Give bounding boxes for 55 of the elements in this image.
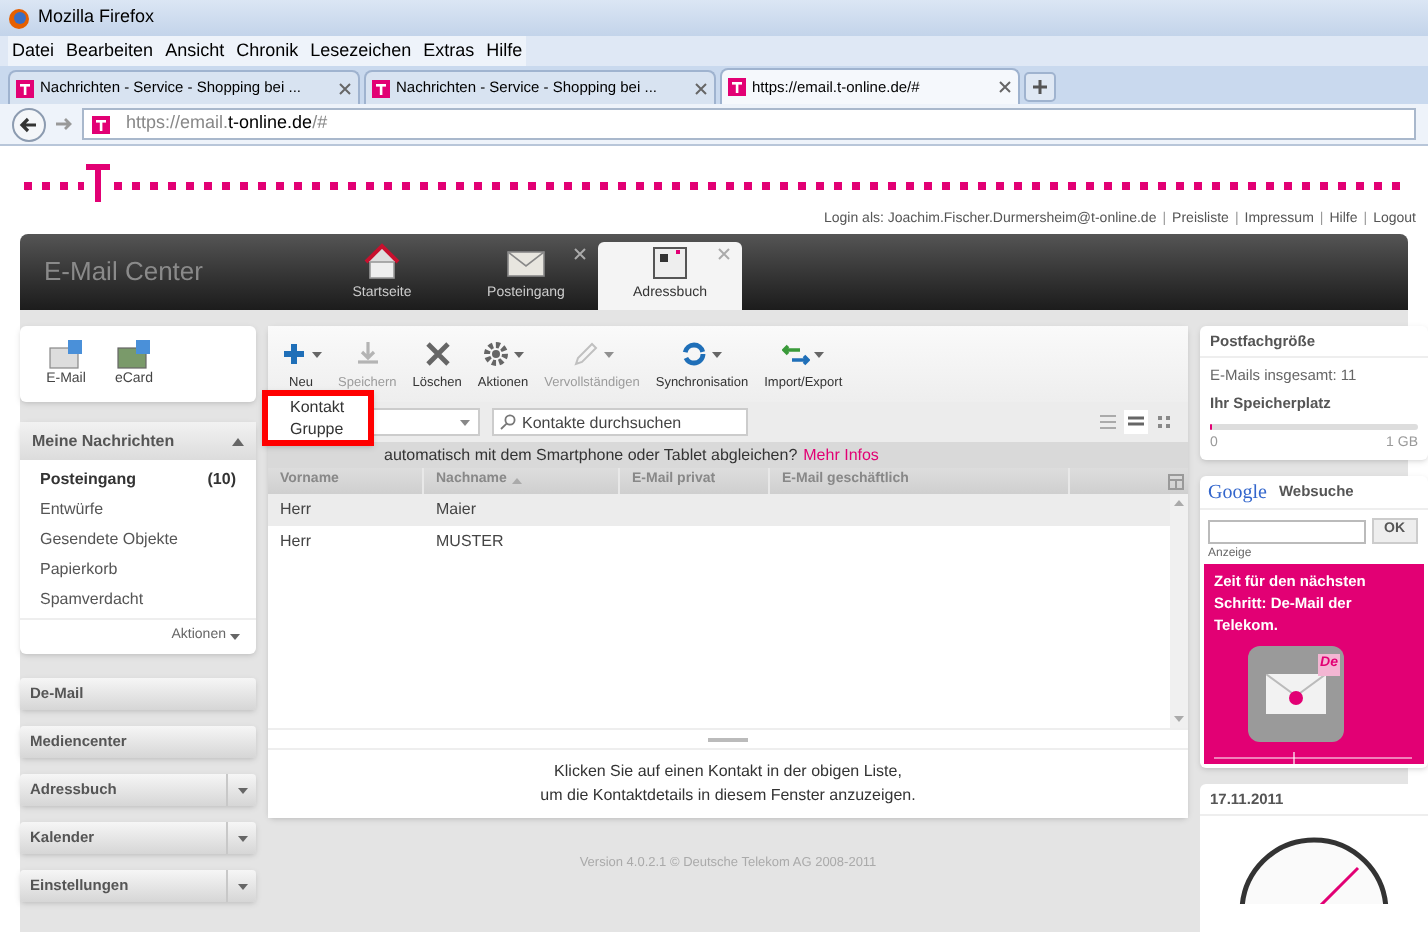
house-icon <box>362 241 402 279</box>
menu-item[interactable]: Extras <box>423 37 475 65</box>
telekom-icon <box>372 79 390 97</box>
search-icon <box>500 414 516 430</box>
details-hint: Klicken Sie auf einen Kontakt in der obigen Liste, um die Kontaktdetails in diesem Fenster anzuzeigen. <box>268 750 1188 818</box>
forward-icon[interactable] <box>54 114 74 134</box>
menu-item[interactable]: Ansicht <box>165 37 225 65</box>
search-field[interactable]: Kontakte durchsuchen <box>492 408 748 436</box>
splitter-handle-icon[interactable] <box>708 735 748 743</box>
card-icon <box>116 337 152 370</box>
websearch-field[interactable] <box>1208 519 1366 543</box>
caret-icon <box>460 419 470 425</box>
close-icon <box>338 81 352 95</box>
menu-item[interactable]: Hilfe <box>486 37 523 65</box>
gear-icon <box>482 340 510 369</box>
contact-row[interactable]: Herr Maier <box>268 494 1170 526</box>
close-icon[interactable] <box>718 248 730 260</box>
view-compact-icon[interactable] <box>1124 410 1148 434</box>
address-book-icon <box>650 241 690 279</box>
panel-header[interactable]: Meine Nachrichten <box>20 422 256 460</box>
telekom-icon <box>92 115 110 133</box>
folder-item[interactable]: Gesendete Objekte <box>40 524 236 554</box>
download-icon <box>353 340 382 369</box>
menu-item[interactable]: Gruppe <box>268 418 368 440</box>
caret-icon <box>230 634 240 640</box>
folder-item[interactable]: Entwürfe <box>40 494 236 524</box>
window-title: Mozilla Firefox <box>38 4 155 31</box>
back-icon[interactable] <box>12 107 46 141</box>
menu-item[interactable]: Datei <box>12 37 55 65</box>
menu-item[interactable]: Lesezeichen <box>310 37 412 65</box>
view-grid-icon[interactable] <box>1152 410 1176 434</box>
cross-icon <box>423 340 452 369</box>
menu-item[interactable]: Chronik <box>236 37 299 65</box>
folder-item[interactable]: Papierkorb <box>40 554 236 584</box>
menu-item[interactable]: Bearbeiten <box>66 37 154 65</box>
address-field[interactable]: https://email.t-online.de/# <box>82 108 1416 140</box>
menu-item[interactable]: Kontakt <box>268 396 368 418</box>
folder-item[interactable]: Posteingang (10) <box>40 464 236 494</box>
close-icon <box>694 81 708 95</box>
app-title: E-Mail Center <box>42 254 205 291</box>
info-text: automatisch mit dem Smartphone oder Tablet abgleichen? <box>384 443 798 467</box>
firefox-icon <box>8 7 30 29</box>
telekom-icon <box>728 78 746 96</box>
transfer-icon <box>782 340 811 369</box>
sort-icon <box>512 478 523 484</box>
sync-icon <box>680 340 709 369</box>
pencil-icon <box>571 340 599 369</box>
close-icon <box>998 80 1012 94</box>
close-icon[interactable] <box>574 248 586 260</box>
column-chooser-icon[interactable] <box>1168 473 1184 489</box>
new-tab-icon[interactable] <box>1024 72 1056 102</box>
plus-icon <box>280 340 308 369</box>
google-logo: Google <box>1208 479 1267 507</box>
folder-item[interactable]: Spamverdacht <box>40 584 236 614</box>
telekom-icon <box>16 79 34 97</box>
